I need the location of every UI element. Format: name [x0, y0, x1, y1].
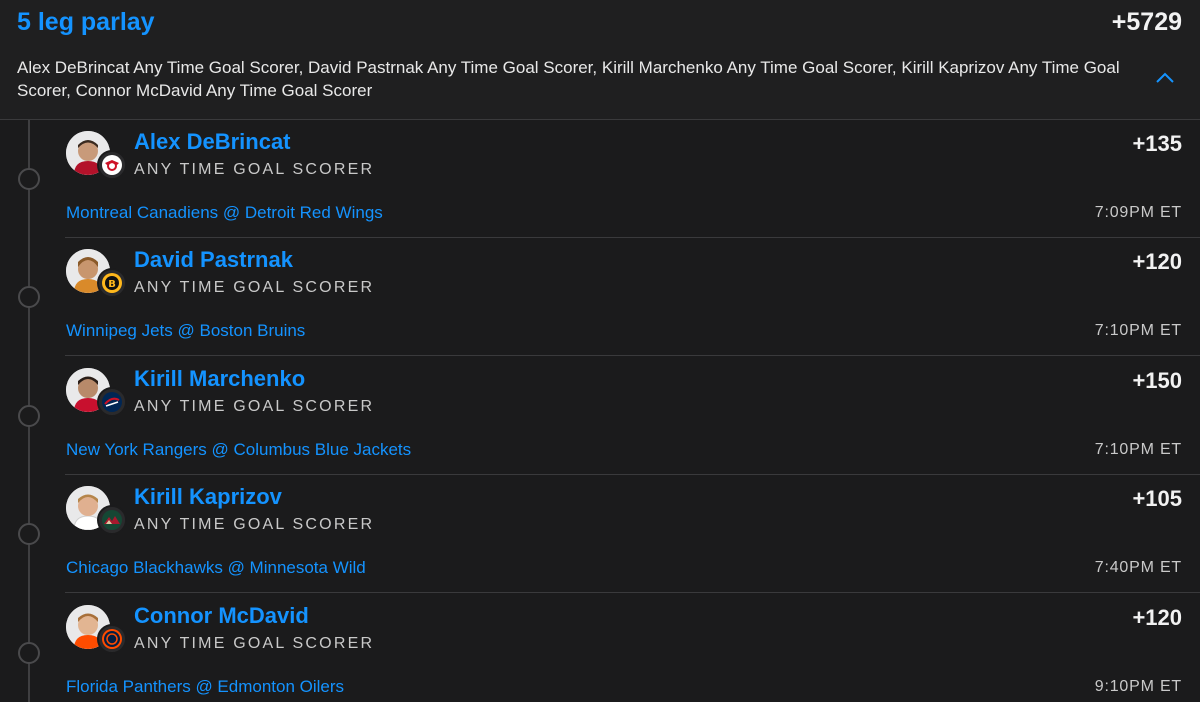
chevron-up-icon: [1156, 72, 1174, 83]
parlay-leg: Alex DeBrincat ANY TIME GOAL SCORER +135…: [0, 120, 1200, 238]
team-logo-icon: [97, 387, 127, 417]
game-time: 9:10PM ET: [1094, 678, 1182, 695]
leg-price: +135: [1132, 131, 1182, 156]
leg-divider: [65, 355, 1200, 356]
collapse-button[interactable]: [1153, 66, 1177, 90]
team-logo-icon: [97, 150, 127, 180]
market-label: ANY TIME GOAL SCORER: [134, 279, 375, 296]
game-link[interactable]: Chicago Blackhawks @ Minnesota Wild: [66, 558, 366, 578]
leg-price: +120: [1132, 249, 1182, 274]
team-logo-icon: B: [97, 268, 127, 298]
team-logo-icon: [97, 505, 127, 535]
game-time: 7:09PM ET: [1094, 204, 1182, 221]
parlay-leg: Kirill Kaprizov ANY TIME GOAL SCORER +10…: [0, 475, 1200, 593]
game-link[interactable]: New York Rangers @ Columbus Blue Jackets: [66, 440, 411, 460]
game-link[interactable]: Florida Panthers @ Edmonton Oilers: [66, 677, 344, 697]
player-name-link[interactable]: David Pastrnak: [134, 247, 293, 273]
player-name-link[interactable]: Connor McDavid: [134, 603, 309, 629]
svg-text:B: B: [108, 279, 116, 290]
leg-price: +120: [1132, 605, 1182, 630]
game-link[interactable]: Winnipeg Jets @ Boston Bruins: [66, 321, 305, 341]
timeline-node: [18, 523, 40, 545]
player-name-link[interactable]: Alex DeBrincat: [134, 129, 291, 155]
timeline-node: [18, 168, 40, 190]
leg-price: +150: [1132, 368, 1182, 393]
parlay-leg: Kirill Marchenko ANY TIME GOAL SCORER +1…: [0, 357, 1200, 475]
team-logo-icon: [97, 624, 127, 654]
market-label: ANY TIME GOAL SCORER: [134, 398, 375, 415]
market-label: ANY TIME GOAL SCORER: [134, 635, 375, 652]
player-name-link[interactable]: Kirill Kaprizov: [134, 484, 282, 510]
timeline-node: [18, 405, 40, 427]
game-time: 7:10PM ET: [1094, 322, 1182, 339]
timeline-node: [18, 286, 40, 308]
parlay-leg: Connor McDavid ANY TIME GOAL SCORER +120…: [0, 594, 1200, 702]
market-label: ANY TIME GOAL SCORER: [134, 161, 375, 178]
market-label: ANY TIME GOAL SCORER: [134, 516, 375, 533]
parlay-summary: Alex DeBrincat Any Time Goal Scorer, Dav…: [17, 58, 1120, 100]
leg-divider: [65, 592, 1200, 593]
timeline-node: [18, 642, 40, 664]
parlay-odds: +5729: [1111, 8, 1182, 36]
leg-price: +105: [1132, 486, 1182, 511]
parlay-title: 5 leg parlay: [17, 8, 155, 36]
parlay-header: 5 leg parlay +5729 Alex DeBrincat Any Ti…: [0, 0, 1200, 120]
game-time: 7:10PM ET: [1094, 441, 1182, 458]
game-link[interactable]: Montreal Canadiens @ Detroit Red Wings: [66, 203, 383, 223]
player-name-link[interactable]: Kirill Marchenko: [134, 366, 305, 392]
game-time: 7:40PM ET: [1094, 559, 1182, 576]
parlay-leg: B David Pastrnak ANY TIME GOAL SCORER +1…: [0, 238, 1200, 356]
